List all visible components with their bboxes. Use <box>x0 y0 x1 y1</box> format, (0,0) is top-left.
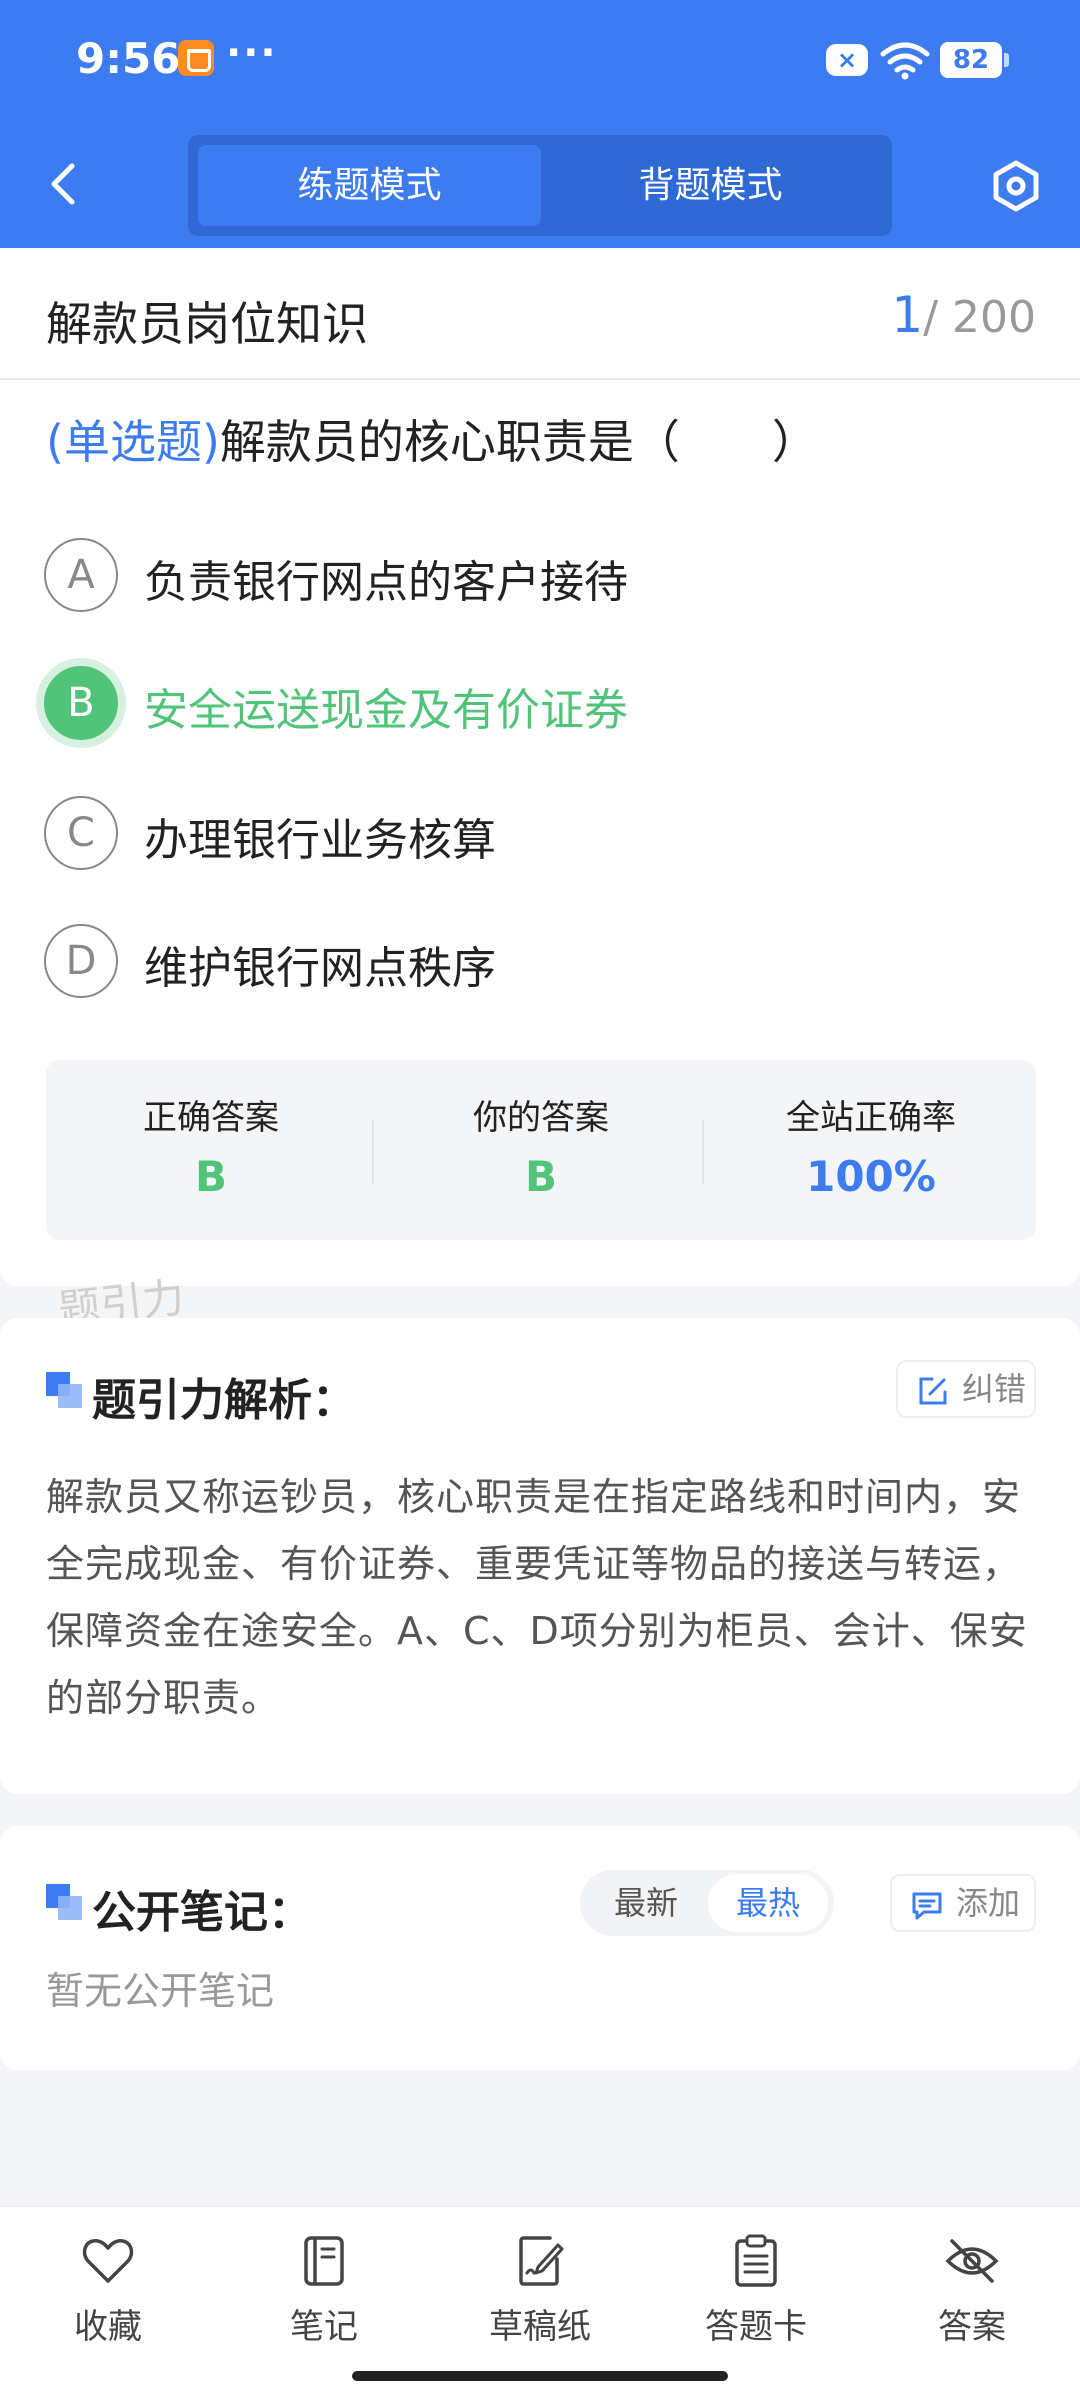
stat-value: 100% <box>806 1152 936 1201</box>
nav-answer[interactable]: 答案 <box>864 2233 1080 2353</box>
divider <box>702 1120 704 1184</box>
divider <box>372 1120 374 1184</box>
stat-your-answer: 你的答案 B <box>376 1060 706 1240</box>
no-sim-icon: × <box>826 44 868 76</box>
nav-label: 笔记 <box>290 2307 358 2347</box>
wifi-icon <box>880 42 930 80</box>
notes-empty-text: 暂无公开笔记 <box>46 1969 275 2013</box>
option-letter: A <box>44 538 118 612</box>
question-stem: 解款员的核心职责是（ ） <box>219 415 818 469</box>
stat-label: 你的答案 <box>473 1098 609 1138</box>
settings-icon[interactable] <box>990 160 1042 212</box>
heart-icon <box>82 2239 134 2283</box>
nav-favorite[interactable]: 收藏 <box>0 2233 216 2353</box>
question-text: (单选题)解款员的核心职责是（ ） <box>46 406 1046 472</box>
current-question-number: 1 <box>891 286 924 344</box>
notes-sort-toggle: 最新 最热 <box>580 1870 834 1936</box>
draft-paper-icon <box>519 2236 564 2286</box>
nav-label: 草稿纸 <box>489 2307 591 2347</box>
nav-label: 收藏 <box>74 2307 142 2347</box>
back-arrow-icon[interactable] <box>44 160 84 208</box>
stat-correct-answer: 正确答案 B <box>46 1060 376 1240</box>
stat-accuracy: 全站正确率 100% <box>706 1060 1036 1240</box>
total-questions: / 200 <box>923 292 1036 343</box>
report-error-button[interactable]: 纠错 <box>896 1360 1036 1418</box>
nav-answer-sheet[interactable]: 答题卡 <box>648 2233 864 2353</box>
option-letter: D <box>44 924 118 998</box>
eye-off-icon <box>945 2239 999 2283</box>
option-text: 负责银行网点的客户接待 <box>144 557 628 608</box>
app-notification-icon <box>178 40 214 76</box>
analysis-card: 题引力解析： 纠错 解款员又称运钞员，核心职责是在指定路线和时间内，安全完成现金… <box>0 1318 1080 1794</box>
stat-label: 正确答案 <box>143 1098 279 1138</box>
mode-switcher: 练题模式 背题模式 <box>188 135 892 236</box>
analysis-title: 题引力解析： <box>92 1375 356 1426</box>
notes-card: 公开笔记： 最新 最热 添加 暂无公开笔记 <box>0 1826 1080 2070</box>
add-note-label: 添加 <box>956 1884 1021 1922</box>
stat-value: B <box>524 1152 557 1201</box>
nav-label: 答题卡 <box>705 2307 807 2347</box>
top-bar: 9:56 ··· × 82 练题模式 背题模式 <box>0 0 1080 248</box>
sort-hottest[interactable]: 最热 <box>708 1874 828 1932</box>
add-note-button[interactable]: 添加 <box>890 1874 1036 1932</box>
option-letter: C <box>44 796 118 870</box>
stat-label: 全站正确率 <box>786 1098 956 1138</box>
section-icon <box>46 1884 82 1920</box>
comment-icon <box>912 1892 942 1920</box>
more-notifications-icon: ··· <box>226 30 278 76</box>
report-error-label: 纠错 <box>962 1370 1027 1408</box>
status-time: 9:56 <box>76 34 181 83</box>
option-b[interactable]: B 安全运送现金及有价证券 <box>44 666 1044 742</box>
status-bar: 9:56 ··· × 82 <box>0 30 1080 90</box>
sort-latest[interactable]: 最新 <box>586 1874 706 1932</box>
nav-notes[interactable]: 笔记 <box>216 2233 432 2353</box>
tab-practice-mode[interactable]: 练题模式 <box>198 145 541 226</box>
option-text: 办理银行业务核算 <box>144 815 496 866</box>
stat-value: B <box>194 1152 227 1201</box>
notes-title: 公开笔记： <box>92 1887 312 1938</box>
option-text: 维护银行网点秩序 <box>144 943 496 994</box>
nav-draft[interactable]: 草稿纸 <box>432 2233 648 2353</box>
divider <box>0 378 1080 380</box>
home-indicator[interactable] <box>352 2371 728 2381</box>
answer-sheet-icon <box>735 2234 777 2287</box>
option-a[interactable]: A 负责银行网点的客户接待 <box>44 538 1044 614</box>
option-letter: B <box>44 666 118 740</box>
notebook-icon <box>304 2236 344 2286</box>
question-card: 解款员岗位知识 1/ 200 (单选题)解款员的核心职责是（ ） A 负责银行网… <box>0 248 1080 1286</box>
question-type: (单选题) <box>46 415 220 469</box>
subject-title: 解款员岗位知识 <box>46 297 368 351</box>
option-text: 安全运送现金及有价证券 <box>144 685 628 736</box>
analysis-text: 解款员又称运钞员，核心职责是在指定路线和时间内，安全完成现金、有价证券、重要凭证… <box>46 1475 1028 1720</box>
nav-label: 答案 <box>938 2307 1006 2347</box>
tab-memorize-mode[interactable]: 背题模式 <box>539 145 882 226</box>
question-counter: 1/ 200 <box>891 286 1036 344</box>
answer-stats: 正确答案 B 你的答案 B 全站正确率 100% <box>46 1060 1036 1240</box>
edit-icon <box>919 1377 947 1405</box>
option-c[interactable]: C 办理银行业务核算 <box>44 796 1044 872</box>
option-d[interactable]: D 维护银行网点秩序 <box>44 924 1044 1000</box>
section-icon <box>46 1372 82 1408</box>
battery-indicator: 82 <box>940 42 1009 78</box>
